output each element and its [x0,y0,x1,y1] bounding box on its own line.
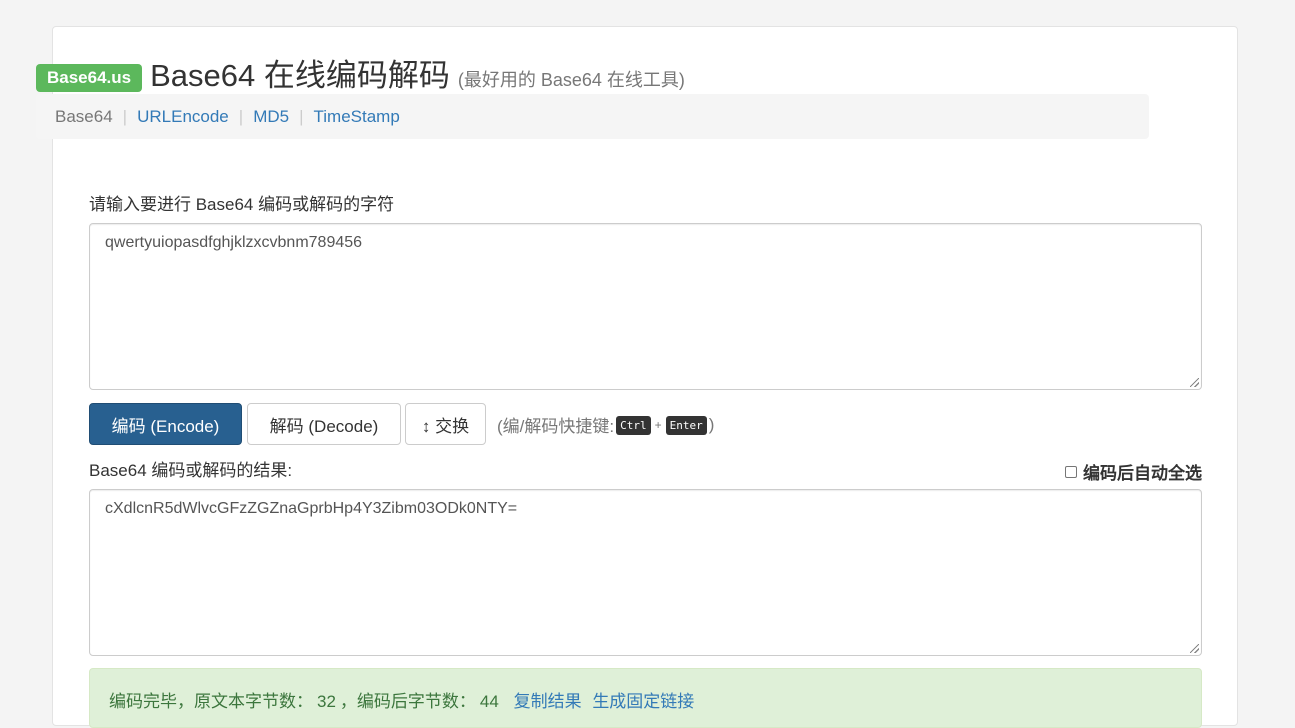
page-subtitle: (最好用的 Base64 在线工具) [457,70,685,90]
encode-button[interactable]: 编码 (Encode) [89,403,242,445]
nav-item-base64: Base64 [55,106,113,126]
permalink-link[interactable]: 生成固定链接 [592,692,694,711]
auto-select-option[interactable]: 编码后自动全选 [1065,459,1202,484]
encoded-byte-count: 44 [479,692,499,711]
original-byte-count: 32 [317,692,336,711]
auto-select-label: 编码后自动全选 [1083,464,1202,483]
nav-item-md5[interactable]: MD5 [253,107,289,127]
swap-button[interactable]: ↕ 交换 [405,403,486,445]
breadcrumb-nav: Base64 | URLEncode | MD5 | TimeStamp [36,94,1149,139]
nav-item-timestamp[interactable]: TimeStamp [314,107,400,127]
enter-key: Enter [665,416,707,435]
resize-handle-icon[interactable] [1190,644,1199,653]
ctrl-key: Ctrl [616,416,651,435]
input-label: 请输入要进行 Base64 编码或解码的字符 [89,195,395,214]
status-text-1: 编码完毕，原文本字节数： [109,692,313,711]
input-textarea[interactable]: qwertyuiopasdfghjklzxcvbnm789456 [89,223,1202,390]
status-alert: 编码完毕，原文本字节数： 32 ，编码后字节数： 44 复制结果 生成固定链接 [89,668,1202,728]
output-textarea[interactable]: cXdlcnR5dWlvcGFzZGZnaGprbHp4Y3Zibm03ODk0… [89,489,1202,656]
nav-separator: | [122,106,128,126]
page-title: Base64 在线编码解码 [150,58,450,93]
output-label: Base64 编码或解码的结果: [89,461,293,480]
brand-badge[interactable]: Base64.us [36,64,143,92]
copy-result-link[interactable]: 复制结果 [514,692,582,711]
shortcut-prefix: (编/解码快捷键: [497,417,615,436]
resize-handle-icon[interactable] [1190,378,1199,387]
page-header: Base64.us Base64 在线编码解码 (最好用的 Base64 在线工… [36,50,685,95]
nav-separator: | [299,106,304,126]
output-text: cXdlcnR5dWlvcGFzZGZnaGprbHp4Y3Zibm03ODk0… [105,500,518,517]
status-text-2: ，编码后字节数： [339,692,476,711]
decode-button[interactable]: 解码 (Decode) [247,403,401,445]
nav-separator: | [238,106,244,126]
auto-select-checkbox[interactable] [1065,465,1077,478]
shortcut-hint: (编/解码快捷键: Ctrl + Enter ) [497,412,714,437]
nav-item-urlencode[interactable]: URLEncode [137,107,229,127]
shortcut-suffix: ) [708,414,715,434]
plus-sign: + [654,417,662,432]
input-text: qwertyuiopasdfghjklzxcvbnm789456 [105,234,363,251]
